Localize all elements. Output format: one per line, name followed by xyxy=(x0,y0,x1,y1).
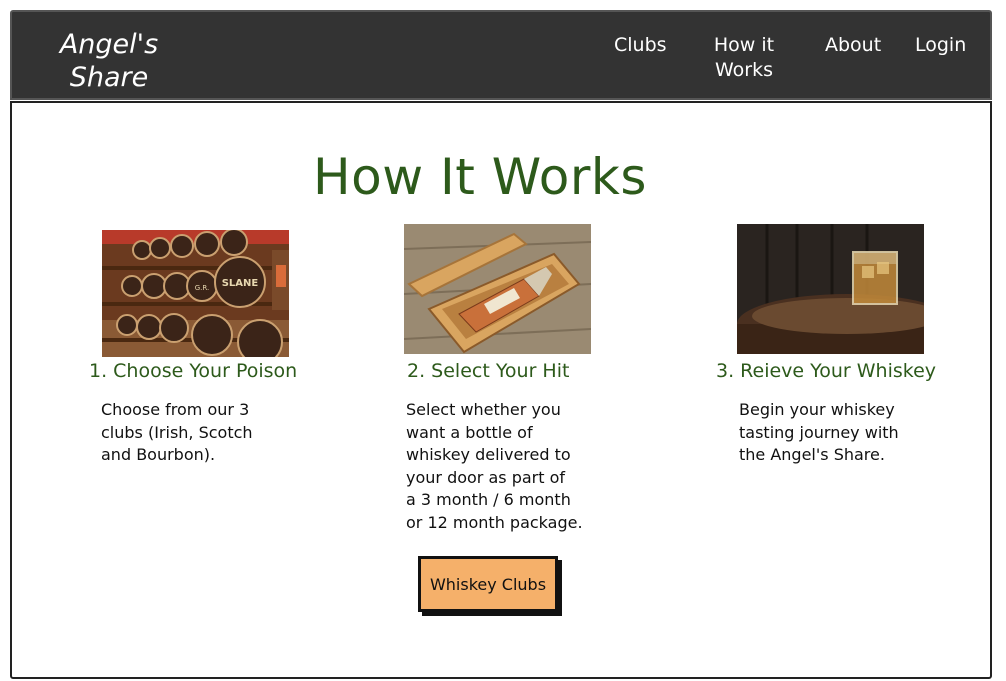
bottle-in-box-image xyxy=(404,224,591,354)
brand-line-1: Angel's xyxy=(59,29,159,60)
step-3-desc-line: the Angel's Share. xyxy=(739,445,885,464)
step-1-desc-line: and Bourbon). xyxy=(101,445,216,464)
step-2-desc-line: a 3 month / 6 month xyxy=(406,490,571,509)
step-1-desc-line: clubs (Irish, Scotch xyxy=(101,422,253,442)
nav-how-line-2: Works xyxy=(714,59,773,81)
step-3-description: Begin your whiskey tasting journey with … xyxy=(739,399,899,467)
nav-about-link[interactable]: About xyxy=(825,33,881,58)
step-2-desc-line: want a bottle of xyxy=(406,422,533,442)
nav-how-line-1: How it xyxy=(713,34,775,56)
step-1-desc-line: Choose from our 3 xyxy=(101,400,250,419)
nav-login-link[interactable]: Login xyxy=(915,33,966,58)
step-3-desc-line: tasting journey with xyxy=(739,422,899,442)
barrels-image: G.R. SLANE xyxy=(102,230,289,357)
nav-how-it-works-link[interactable]: How it Works xyxy=(708,33,780,83)
top-navbar: Angel's Share Clubs How it Works About L… xyxy=(10,10,992,100)
step-2-title: 2. Select Your Hit xyxy=(407,360,570,382)
step-2-desc-line: whiskey delivered to xyxy=(406,445,571,464)
whiskey-clubs-button[interactable]: Whiskey Clubs xyxy=(418,556,558,612)
nav-clubs-link[interactable]: Clubs xyxy=(614,33,667,58)
svg-text:SLANE: SLANE xyxy=(222,278,259,289)
whiskey-glass-image xyxy=(737,224,924,354)
brand-logo[interactable]: Angel's Share xyxy=(54,28,164,94)
page-title: How It Works xyxy=(313,148,647,206)
step-3-desc-line: Begin your whiskey xyxy=(739,400,895,419)
step-2-desc-line: or 12 month package. xyxy=(406,512,583,532)
step-2-desc-line: Select whether you xyxy=(406,400,561,419)
step-3-title: 3. Reieve Your Whiskey xyxy=(716,360,937,382)
brand-line-2: Share xyxy=(69,62,149,93)
step-2-desc-line: your door as part of xyxy=(406,467,566,487)
step-1-description: Choose from our 3 clubs (Irish, Scotch a… xyxy=(101,399,253,467)
step-2-description: Select whether you want a bottle of whis… xyxy=(406,399,583,534)
svg-text:G.R.: G.R. xyxy=(195,284,210,292)
step-1-title: 1. Choose Your Poison xyxy=(89,360,298,382)
